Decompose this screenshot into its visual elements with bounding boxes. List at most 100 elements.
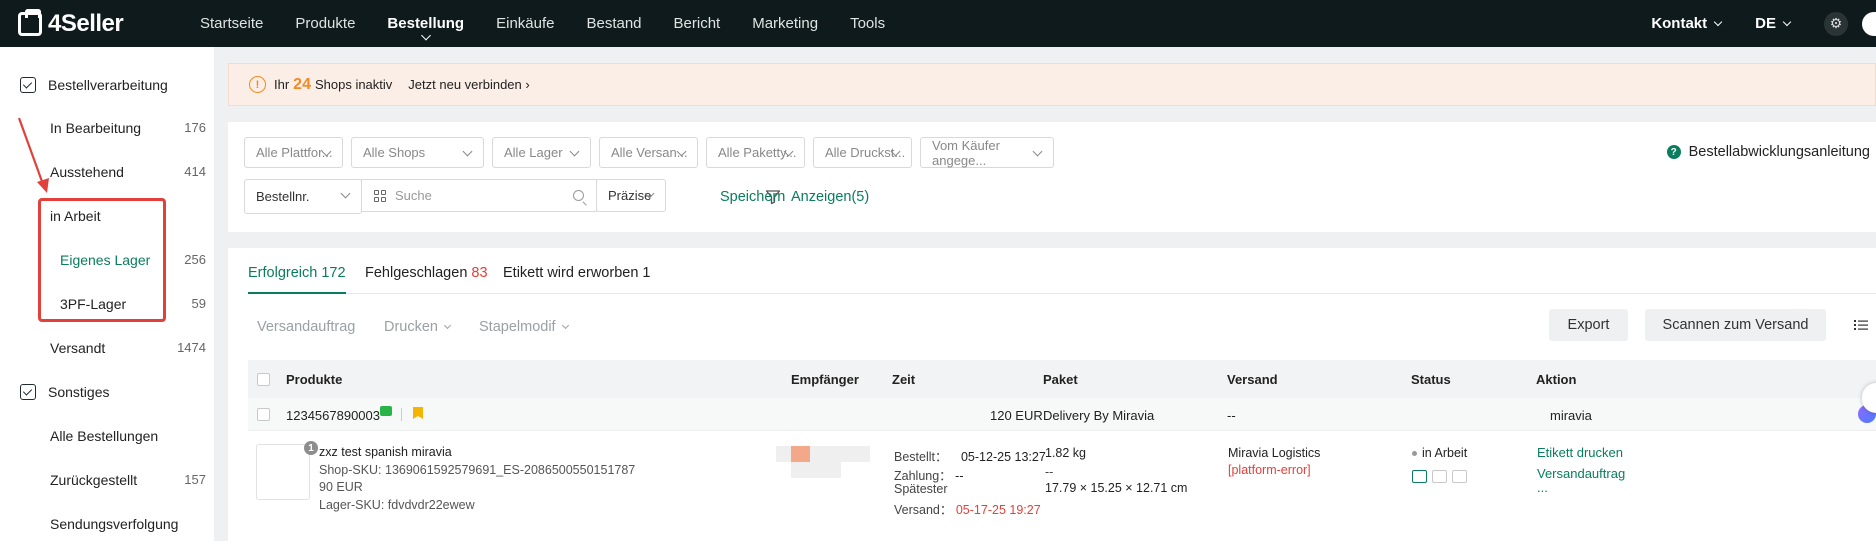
header-package: Paket — [1043, 372, 1078, 387]
chevron-right-icon: › — [525, 77, 530, 92]
header-recipient: Empfänger — [791, 372, 859, 387]
warehouse-select[interactable]: Alle Lager — [492, 137, 591, 168]
settings-gear-icon[interactable]: ⚙ — [1824, 11, 1848, 36]
save-filter-link[interactable]: Speichern — [720, 189, 785, 205]
sidebar-item-count: 256 — [184, 252, 206, 267]
export-button[interactable]: Export — [1549, 309, 1628, 341]
status-tabs: Erfolgreich 172 Fehlgeschlagen 83 Etiket… — [248, 248, 1876, 294]
batch-label: Stapelmodif — [479, 319, 556, 335]
sidebar-section-order-processing[interactable]: Bestellverarbeitung — [20, 77, 168, 93]
header-products: Produkte — [286, 372, 343, 387]
tab-erfolgreich[interactable]: Erfolgreich 172 — [248, 265, 346, 294]
shipping-select[interactable]: Alle Versan... — [599, 137, 698, 168]
sidebar-item-ausstehend[interactable]: Ausstehend 414 — [50, 164, 206, 180]
nav-einkaeufe[interactable]: Einkäufe — [496, 0, 554, 47]
product-thumbnail[interactable] — [256, 444, 310, 500]
search-input[interactable]: Suche — [361, 179, 597, 212]
sidebar-item-alle-bestellungen[interactable]: Alle Bestellungen — [50, 428, 206, 444]
nav-bestand[interactable]: Bestand — [586, 0, 641, 47]
ordered-label: Bestellt： — [894, 450, 948, 464]
package-type-select[interactable]: Alle Paketty... — [706, 137, 805, 168]
table-header: Produkte Empfänger Zeit Paket Versand St… — [248, 360, 1876, 398]
header-time: Zeit — [892, 372, 916, 387]
status-badge: in Arbeit — [1412, 446, 1467, 460]
search-field-select[interactable]: Bestellnr. — [244, 179, 362, 214]
red-highlight-box — [38, 198, 166, 322]
tab-count: 83 — [471, 265, 488, 281]
platform-select[interactable]: Alle Plattfor... — [244, 137, 343, 168]
sidebar-item-in-bearbeitung[interactable]: In Bearbeitung 176 — [50, 120, 206, 136]
recipient-redacted — [810, 446, 870, 462]
scan-to-ship-button[interactable]: Scannen zum Versand — [1645, 309, 1826, 341]
nav-bericht[interactable]: Bericht — [674, 0, 721, 47]
ordered-time: Bestellt： 05-12-25 13:27 — [894, 446, 1046, 465]
reconnect-link[interactable]: Jetzt neu verbinden › — [408, 77, 529, 92]
order-guide-link[interactable]: ? Bestellabwicklungsanleitung — [1666, 144, 1870, 160]
group-shipping-value: -- — [1227, 408, 1236, 423]
warehouse-sku: Lager-SKU: fdvdvdr22ewew — [319, 498, 475, 512]
sidebar-section-sonstiges[interactable]: Sonstiges — [20, 384, 109, 400]
avatar[interactable] — [1862, 11, 1876, 36]
clipboard-check-icon — [20, 384, 36, 400]
contact-label: Kontakt — [1651, 15, 1708, 32]
printer-icon[interactable] — [1452, 470, 1467, 483]
chevron-down-icon — [1713, 17, 1723, 26]
shipping-order-button[interactable]: Versandauftrag — [257, 319, 355, 335]
search-icon[interactable] — [573, 190, 584, 201]
logo[interactable]: 4Seller — [18, 8, 200, 38]
order-guide-label: Bestellabwicklungsanleitung — [1688, 144, 1870, 160]
sidebar-item-zurueckgestellt[interactable]: Zurückgestellt 157 — [50, 472, 206, 488]
shops-select[interactable]: Alle Shops — [351, 137, 484, 168]
product-title[interactable]: zxz test spanish miravia — [319, 445, 452, 459]
more-actions[interactable]: ... — [1537, 480, 1548, 495]
print-label-action[interactable]: Etikett drucken — [1537, 445, 1623, 460]
tab-fehlgeschlagen[interactable]: Fehlgeschlagen 83 — [365, 265, 488, 281]
nav-startseite[interactable]: Startseite — [200, 0, 263, 47]
notice-prefix: Ihr — [274, 77, 290, 92]
shipping-order-action[interactable]: Versandauftrag — [1537, 466, 1625, 481]
tab-etikett-wird-erworben[interactable]: Etikett wird erworben 1 — [503, 265, 651, 281]
package-dash: -- — [1045, 465, 1054, 479]
tab-label: Fehlgeschlagen — [365, 265, 468, 281]
language-menu[interactable]: DE — [1755, 15, 1792, 32]
clipboard-check-icon — [20, 77, 36, 93]
order-checkbox[interactable] — [257, 408, 270, 421]
precision-select[interactable]: Präzise — [596, 179, 666, 212]
show-filters-link[interactable]: Anzeigen(5) — [791, 189, 869, 205]
buyer-specified-select[interactable]: Vom Käufer angege... — [920, 137, 1054, 168]
tab-count: 172 — [321, 265, 346, 281]
nav-bestellung[interactable]: Bestellung — [387, 0, 464, 47]
sidebar-item-count: 176 — [184, 120, 206, 135]
latest-label: Spätester — [894, 482, 948, 496]
ship-value: 05-17-25 19:27 — [955, 503, 1041, 517]
nav-marketing[interactable]: Marketing — [752, 0, 818, 47]
bookmark-flag-icon[interactable] — [413, 407, 423, 419]
printer-icon[interactable] — [1412, 470, 1427, 483]
grid-icon — [374, 189, 386, 202]
print-status-select[interactable]: Alle Druckst... — [813, 137, 912, 168]
column-settings-icon[interactable] — [1854, 319, 1868, 331]
platform-error[interactable]: [platform-error] — [1228, 463, 1311, 477]
nav-produkte[interactable]: Produkte — [295, 0, 355, 47]
package-weight: 1.82 kg — [1045, 446, 1087, 460]
sidebar-item-sendungsverfolgung[interactable]: Sendungsverfolgung — [50, 516, 206, 532]
print-dropdown[interactable]: Drucken — [384, 319, 452, 335]
sidebar-item-label: Zurückgestellt — [50, 472, 138, 488]
chat-message-icon[interactable] — [380, 406, 392, 416]
sidebar-item-count: 157 — [184, 472, 206, 487]
package-dimensions: 17.79 × 15.25 × 12.71 cm — [1045, 481, 1188, 495]
sidebar-item-label: Sendungsverfolgung — [50, 516, 179, 532]
batch-modify-dropdown[interactable]: Stapelmodif — [479, 319, 569, 335]
sidebar-item-versandt[interactable]: Versandt 1474 — [50, 340, 206, 356]
shop-name: miravia — [1550, 408, 1592, 423]
main-nav: Startseite Produkte Bestellung Einkäufe … — [200, 0, 917, 47]
printer-icon[interactable] — [1432, 470, 1447, 483]
search-placeholder: Suche — [395, 188, 432, 203]
recipient-redacted — [791, 462, 841, 478]
nav-tools[interactable]: Tools — [850, 0, 885, 47]
contact-menu[interactable]: Kontakt — [1651, 15, 1723, 32]
sidebar-item-label: Ausstehend — [50, 164, 124, 180]
order-number[interactable]: 1234567890003 — [286, 408, 380, 423]
logo-text: 4Seller — [48, 9, 124, 37]
select-all-checkbox[interactable] — [257, 373, 270, 386]
